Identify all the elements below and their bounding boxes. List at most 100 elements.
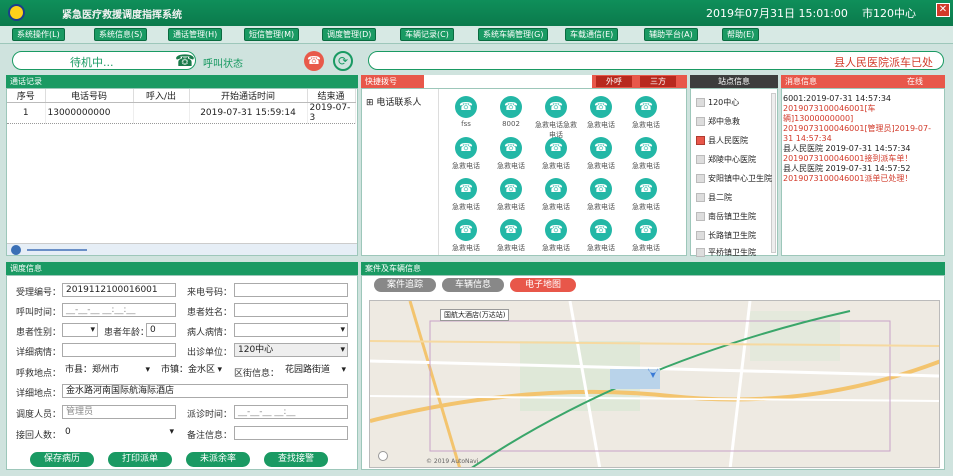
notice-text: 县人民医院派车已处	[834, 56, 933, 69]
refresh-icon[interactable]: ⟳	[333, 51, 353, 71]
find-alarm-button[interactable]: 查找接警	[264, 452, 328, 467]
detail-addr-field[interactable]: 金水路河南国际航海际酒店	[62, 384, 348, 398]
tab-vehicle-info[interactable]: 车辆信息	[442, 278, 504, 292]
dispatch-header: 调度信息	[6, 262, 358, 275]
gender-select[interactable]: ▾	[62, 323, 98, 337]
seek-slider[interactable]	[27, 249, 87, 251]
table-row[interactable]: 1 13000000000 2019-07-31 15:59:14 2019-0…	[7, 102, 356, 124]
dial-item[interactable]: ☎ 急救电话	[489, 219, 533, 253]
close-icon[interactable]: ✕	[936, 3, 950, 17]
town-select[interactable]: 市镇：金水区 ▾	[158, 364, 224, 378]
dial-item[interactable]: ☎ 急救电话	[624, 219, 668, 253]
col-direction[interactable]: 呼入/出	[133, 89, 190, 103]
dial-item[interactable]: ☎ 急救电话	[444, 137, 488, 171]
dial-item[interactable]: ☎ 急救电话急救电话	[534, 96, 578, 140]
dial-item[interactable]: ☎ 急救电话	[624, 137, 668, 171]
dial-item[interactable]: ☎ 急救电话	[579, 96, 623, 130]
call-time-field[interactable]: __-__-__ __:__:__	[62, 303, 176, 317]
col-phone[interactable]: 电话号码	[45, 89, 134, 103]
menu-vehicle-record[interactable]: 车辆记录(C)	[400, 28, 454, 41]
station-item[interactable]: 县人民医院	[696, 135, 748, 146]
tab-case-tracking[interactable]: 案件追踪	[374, 278, 436, 292]
call-records-table: 序号 电话号码 呼入/出 开始通话时间 结束通 1 13000000000 20…	[7, 89, 356, 124]
print-order-button[interactable]: 打印派单	[108, 452, 172, 467]
dial-item[interactable]: ☎ 急救电话	[579, 137, 623, 171]
menu-call-mgmt[interactable]: 通话管理(H)	[168, 28, 223, 41]
dial-item[interactable]: ☎ 急救电话	[489, 137, 533, 171]
chevron-down-icon: ▾	[90, 325, 95, 335]
datetime: 2019年07月31日 15:01:00	[706, 7, 848, 20]
street-label: 区街信息：	[234, 369, 280, 379]
chevron-down-icon: ▾	[145, 365, 150, 375]
unit-select[interactable]: 120中心 ▾	[234, 343, 348, 357]
menu-system-ops[interactable]: 系统操作(L)	[12, 28, 65, 41]
hangup-button[interactable]: ☎	[304, 51, 324, 71]
menu-aux-platform[interactable]: 辅助平台(A)	[644, 28, 698, 41]
dial-item[interactable]: ☎ 急救电话	[579, 178, 623, 212]
dial-item[interactable]: ☎ 急救电话	[624, 96, 668, 130]
age-field[interactable]: 0	[146, 323, 176, 337]
station-item[interactable]: 120中心	[696, 97, 739, 108]
phone-icon: ☎	[590, 219, 612, 241]
save-record-button[interactable]: 保存病历	[30, 452, 94, 467]
pending-button[interactable]: 未派余率	[186, 452, 250, 467]
patient-name-field[interactable]	[234, 303, 348, 317]
dispatcher-field[interactable]: 管理员	[62, 405, 176, 419]
count-select[interactable]: 0 ▾	[62, 426, 176, 440]
station-item[interactable]: 南岳镇卫生院	[696, 211, 756, 222]
remark-field[interactable]	[234, 426, 348, 440]
detail-addr-label: 详细地点：	[16, 389, 62, 399]
station-icon	[696, 248, 705, 257]
electronic-map[interactable]: 国航大酒店(万达站) © 2019 AutoNavi	[369, 300, 940, 468]
detail-field[interactable]	[62, 343, 176, 357]
station-item[interactable]: 平桥镇卫生院	[696, 247, 756, 258]
call-out-button[interactable]: 外呼	[596, 76, 632, 87]
map-locate-icon[interactable]	[378, 451, 388, 461]
menu-vehicle-comm[interactable]: 车载通信(E)	[565, 28, 619, 41]
dial-item[interactable]: ☎ fss	[444, 96, 488, 128]
accept-no-field[interactable]: 2019112100016001	[62, 283, 176, 297]
street-select[interactable]: 花园路街道 ▾	[282, 364, 348, 378]
dial-item[interactable]: ☎ 急救电话	[489, 178, 533, 212]
menu-dispatch-mgmt[interactable]: 调度管理(D)	[322, 28, 377, 41]
phone-icon: ☎	[500, 137, 522, 159]
station-item[interactable]: 郑陵中心医院	[696, 154, 756, 165]
phone-icon: ☎	[635, 137, 657, 159]
dial-item[interactable]: ☎ 急救电话	[444, 219, 488, 253]
dial-item[interactable]: ☎ 急救电话	[534, 219, 578, 253]
menu-sms-mgmt[interactable]: 短信管理(M)	[244, 28, 300, 41]
dispatch-time-field[interactable]: __-__-__ __:__	[234, 405, 348, 419]
dial-item[interactable]: ☎ 急救电话	[444, 178, 488, 212]
station-item[interactable]: 郑中急救	[696, 116, 740, 127]
phone-icon: ☎	[455, 219, 477, 241]
condition-label: 病人病情：	[187, 328, 233, 338]
contacts-tree[interactable]: ⊞ 电话联系人	[366, 95, 421, 108]
quick-dial-input[interactable]	[424, 75, 592, 88]
station-item[interactable]: 县二院	[696, 192, 732, 203]
menu-vehicle-mgmt[interactable]: 系统车辆管理(G)	[478, 28, 549, 41]
dial-item[interactable]: ☎ 急救电话	[534, 178, 578, 212]
condition-select[interactable]: ▾	[234, 323, 348, 337]
cell-direction	[133, 102, 190, 124]
menu-help[interactable]: 帮助(E)	[722, 28, 760, 41]
three-way-button[interactable]: 三方	[640, 76, 676, 87]
menu-system-info[interactable]: 系统信息(S)	[94, 28, 148, 41]
station-item[interactable]: 安阳镇中心卫生院	[696, 173, 772, 184]
dial-item[interactable]: ☎ 急救电话	[534, 137, 578, 171]
map-canvas[interactable]	[370, 301, 940, 468]
dial-item[interactable]: ☎ 急救电话	[579, 219, 623, 253]
county-select[interactable]: 市县：郑州市 ▾	[62, 364, 152, 378]
col-end[interactable]: 结束通	[307, 89, 356, 103]
dial-item[interactable]: ☎ 急救电话	[624, 178, 668, 212]
play-icon[interactable]	[11, 245, 21, 255]
addr-label: 呼救地点：	[16, 369, 62, 379]
title-bar: 紧急医疗救援调度指挥系统 2019年07月31日 15:01:00 市120中心…	[0, 0, 953, 26]
station-icon	[696, 136, 705, 145]
dial-item[interactable]: ☎ 8002	[489, 96, 533, 128]
col-start[interactable]: 开始通话时间	[189, 89, 308, 103]
caller-phone-field[interactable]	[234, 283, 348, 297]
station-item[interactable]: 长路镇卫生院	[696, 230, 756, 241]
col-no[interactable]: 序号	[7, 89, 46, 103]
waiting-status: 待机中...	[12, 51, 196, 70]
tab-electronic-map[interactable]: 电子地图	[510, 278, 576, 292]
